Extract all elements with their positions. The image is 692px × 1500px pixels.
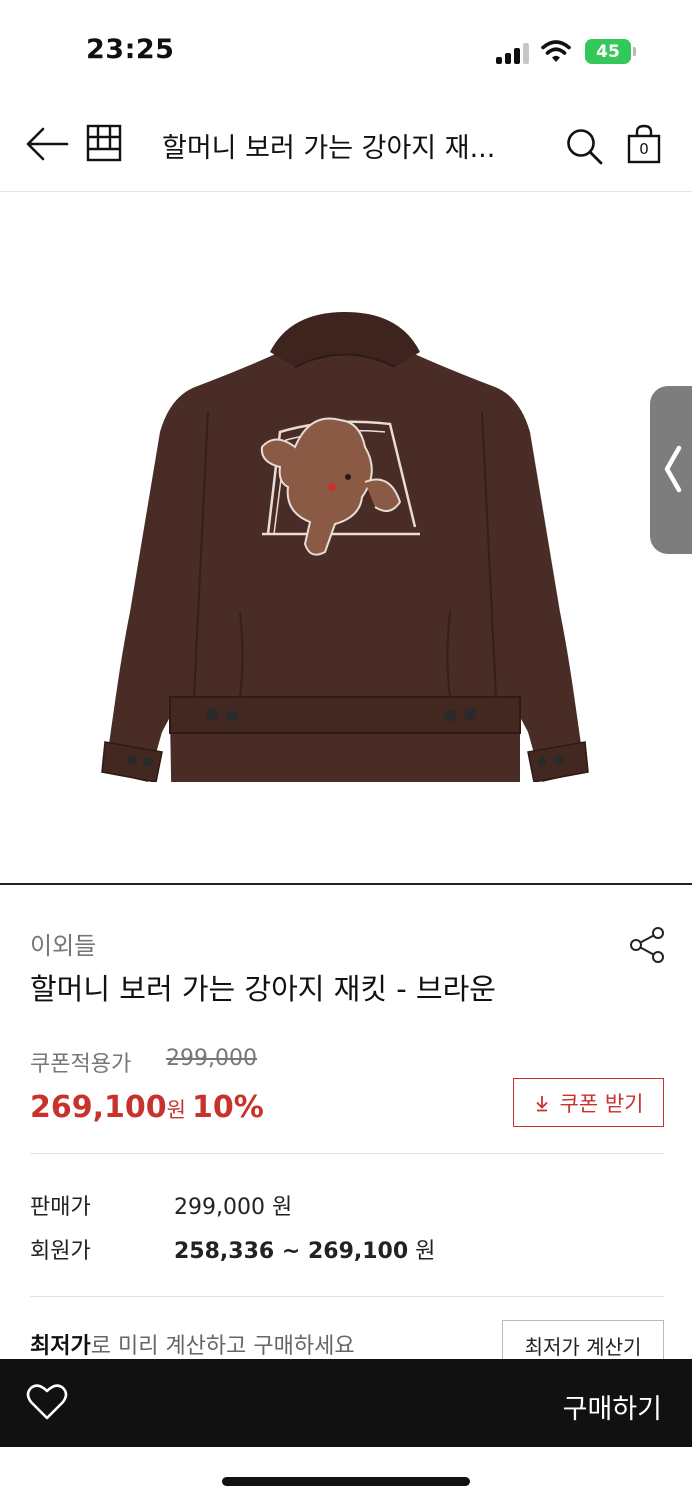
sale-price-unit: 원 <box>166 1098 186 1122</box>
battery-tip <box>633 47 636 56</box>
top-navigation: 할머니 보러 가는 강아지 재... 0 <box>0 96 692 192</box>
selling-price-unit: 원 <box>264 1195 293 1220</box>
selling-price-label: 판매가 <box>30 1195 91 1220</box>
member-price-number: 258,336 ~ 269,100 <box>174 1239 409 1264</box>
coupon-price-label: 쿠폰적용가 <box>30 1052 132 1077</box>
lowest-price-note: 최저가로 미리 계산하고 구매하세요 <box>30 1328 355 1360</box>
download-icon <box>535 1095 548 1111</box>
sale-price-value: 269,100 <box>30 1090 167 1125</box>
member-price-unit: 원 <box>408 1239 436 1264</box>
jacket-image <box>101 312 589 782</box>
back-arrow-icon[interactable] <box>24 124 70 164</box>
calculator-button-label: 최저가 계산기 <box>524 1334 642 1359</box>
product-name: 할머니 보러 가는 강아지 재킷 - 브라운 <box>30 972 496 1006</box>
heart-icon[interactable] <box>26 1383 68 1421</box>
discount-rate: 10% <box>192 1090 264 1125</box>
selling-price-value: 299,000 원 <box>174 1189 292 1221</box>
battery-level: 45 <box>596 41 620 62</box>
sale-price: 269,100원 <box>30 1090 186 1125</box>
product-image[interactable] <box>0 192 692 885</box>
divider <box>30 1296 664 1297</box>
buy-button[interactable]: 구매하기 <box>563 1387 662 1426</box>
search-icon[interactable] <box>564 126 604 166</box>
selling-price-number: 299,000 <box>174 1195 265 1220</box>
page-title: 할머니 보러 가는 강아지 재... <box>162 133 496 164</box>
share-icon[interactable] <box>628 926 666 964</box>
divider <box>30 1153 664 1154</box>
member-price-label: 회원가 <box>30 1239 91 1264</box>
lowest-price-text: 로 미리 계산하고 구매하세요 <box>90 1334 355 1359</box>
shop-icon[interactable] <box>86 123 122 163</box>
chevron-left-icon <box>664 445 682 493</box>
bottom-action-bar: 구매하기 <box>0 1359 692 1447</box>
cart-button[interactable]: 0 <box>626 124 662 164</box>
original-price: 299,000 <box>166 1046 257 1071</box>
status-bar: 23:25 45 <box>0 0 692 96</box>
brand-name[interactable]: 이외들 <box>30 926 96 961</box>
status-time: 23:25 <box>86 34 175 65</box>
coupon-download-button[interactable]: 쿠폰 받기 <box>513 1078 664 1127</box>
coupon-button-label: 쿠폰 받기 <box>559 1091 644 1116</box>
side-panel-tab[interactable] <box>650 386 692 554</box>
wifi-icon <box>541 40 571 62</box>
lowest-price-keyword: 최저가 <box>30 1334 91 1359</box>
member-price-value: 258,336 ~ 269,100 원 <box>174 1233 435 1265</box>
cellular-signal-icon <box>496 42 532 64</box>
battery-indicator: 45 <box>585 39 631 64</box>
home-indicator <box>222 1477 470 1486</box>
cart-count: 0 <box>639 140 649 158</box>
